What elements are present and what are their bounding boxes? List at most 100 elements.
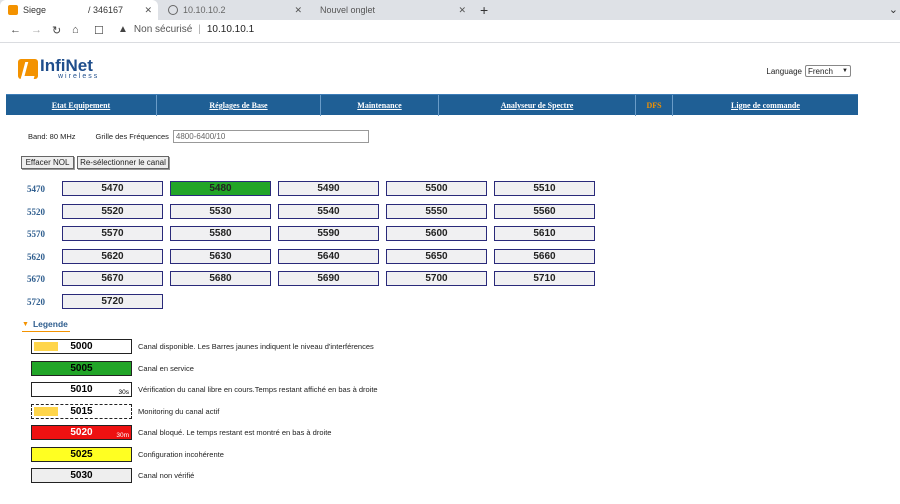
close-icon[interactable]: ✕ [294,5,302,16]
forward-arrow-icon[interactable]: → [31,24,42,36]
channel-button[interactable]: 5480 [170,181,271,196]
chevron-down-icon[interactable]: ⌄ [889,3,898,16]
new-tab-button[interactable]: + [480,2,488,18]
channel-button[interactable]: 5520 [62,203,163,219]
address-bar: ← → ↻ ⌂ ☐ ▲ Non sécurisé | 10.10.10.1 [0,20,900,43]
channel-button[interactable]: 5720 [62,294,163,309]
legend-description: Canal non vérifié [138,471,195,480]
channel-button[interactable]: 5540 [278,203,379,219]
channel-button[interactable]: 5640 [278,248,379,264]
legend-description: Vérification du canal libre en cours.Tem… [138,385,378,394]
legend-divider [22,331,70,332]
channel-button[interactable]: 5680 [170,271,271,287]
channel-button[interactable]: 5470 [62,181,163,196]
tab-siege[interactable]: Siege / 346167 ✕ [0,0,158,20]
channel-button[interactable]: 5700 [386,271,487,287]
channel-button[interactable]: 5710 [494,271,595,287]
tab-10-10-10-2[interactable]: 10.10.10.2 ✕ [160,0,308,20]
row-label: 5470 [27,184,45,194]
channel-button[interactable]: 5580 [170,226,271,242]
channel-button[interactable]: 5560 [494,203,595,219]
channel-button[interactable]: 5650 [386,248,487,264]
channel-button[interactable]: 5510 [494,181,595,196]
channel-button[interactable]: 5600 [386,226,487,242]
legend-description: Canal bloqué. Le temps restant est montr… [138,428,332,437]
channel-button[interactable]: 5670 [62,271,163,287]
back-arrow-icon[interactable]: ← [10,24,21,36]
interference-bar [34,406,58,416]
main-menu: Etat Equipement Réglages de Base Mainten… [6,94,858,116]
band-label: Band: 80 MHz [28,132,76,141]
legend-value: 5020 [70,427,93,438]
channel-button[interactable]: 5590 [278,226,379,242]
language-value: French [808,66,833,76]
legend-time: 30s [118,389,129,396]
tab-title: Nouvel onglet [320,5,376,15]
legend-title[interactable]: ▼ Legende [22,319,68,329]
channel-button[interactable]: 5490 [278,181,379,196]
legend-value: 5015 [70,405,93,417]
legend-value: 5000 [70,341,93,352]
channel-button[interactable]: 5620 [62,248,163,264]
logo-mark-icon [18,59,38,79]
legend-swatch: 5020 30m [31,425,132,440]
legend-value: 5025 [70,448,93,460]
legend-time: 30m [116,432,129,439]
legend-description: Monitoring du canal actif [138,406,220,416]
warning-icon: ▲ [118,24,128,35]
legend-description: Configuration incohérente [138,449,224,459]
home-icon[interactable]: ⌂ [72,24,79,36]
menu-item-analyseur-de-spectre[interactable]: Analyseur de Spectre [439,95,636,116]
clear-nol-button[interactable]: Effacer NOL [21,156,74,169]
brand-sub: wireless [58,73,100,80]
channel-button[interactable]: 5500 [386,181,487,196]
tab-nouvel-onglet[interactable]: Nouvel onglet ✕ [312,0,472,20]
menu-item-etat-equipement[interactable]: Etat Equipement [6,95,157,116]
legend-value: 5030 [70,470,93,481]
channel-button[interactable]: 5690 [278,271,379,287]
frequency-grid-input[interactable]: 4800-6400/10 [172,130,369,143]
channel-button[interactable]: 5630 [170,248,271,264]
row-label: 5520 [27,206,45,217]
bookmark-icon[interactable]: ☐ [94,24,104,37]
url-separator: | [198,24,201,35]
legend-title-text: Legende [32,319,68,329]
chevron-down-icon: ▼ [842,68,848,74]
globe-icon [168,5,178,15]
legend-description: Canal disponible. Les Barres jaunes indi… [138,342,374,351]
language-selector: Language French ▼ [766,65,851,77]
close-icon[interactable]: ✕ [144,5,152,16]
row-label: 5720 [27,297,45,307]
row-label: 5620 [27,251,45,262]
interference-bar [34,342,58,351]
close-icon[interactable]: ✕ [458,5,466,16]
language-select[interactable]: French ▼ [805,65,851,77]
reselect-channel-button[interactable]: Re-sélectionner le canal [77,156,169,169]
infinet-logo: InfiNet wireless [18,57,100,80]
reload-icon[interactable]: ↻ [52,24,61,37]
channel-button[interactable]: 5550 [386,203,487,219]
channel-button[interactable]: 5530 [170,203,271,219]
legend-swatch: 5010 30s [31,382,132,397]
triangle-down-icon: ▼ [22,320,29,328]
channel-button[interactable]: 5570 [62,226,163,242]
menu-item-dfs[interactable]: DFS [636,95,673,116]
grid-label: Grille des Fréquences [95,132,169,141]
legend-value: 5010 [70,384,93,395]
channel-button[interactable]: 5610 [494,226,595,242]
legend-swatch: 5000 [31,339,132,354]
tab-title: 10.10.10.2 [183,5,226,15]
tab-subtitle: / 346167 [88,5,124,15]
legend-swatch: 5015 [31,403,132,419]
menu-item-maintenance[interactable]: Maintenance [321,95,439,116]
url-field[interactable]: ▲ Non sécurisé | 10.10.10.1 [118,24,254,35]
browser-tab-bar: Siege / 346167 ✕ 10.10.10.2 ✕ Nouvel ong… [0,0,900,20]
tab-favicon-icon [8,5,18,15]
channel-button[interactable]: 5660 [494,248,595,264]
legend-value: 5005 [70,362,93,374]
legend-swatch: 5030 [31,468,132,483]
menu-item-reglages-de-base[interactable]: Réglages de Base [157,95,321,116]
menu-item-ligne-de-commande[interactable]: Ligne de commande [673,95,858,116]
legend-description: Canal en service [138,363,194,373]
legend-swatch: 5005 [31,360,132,376]
